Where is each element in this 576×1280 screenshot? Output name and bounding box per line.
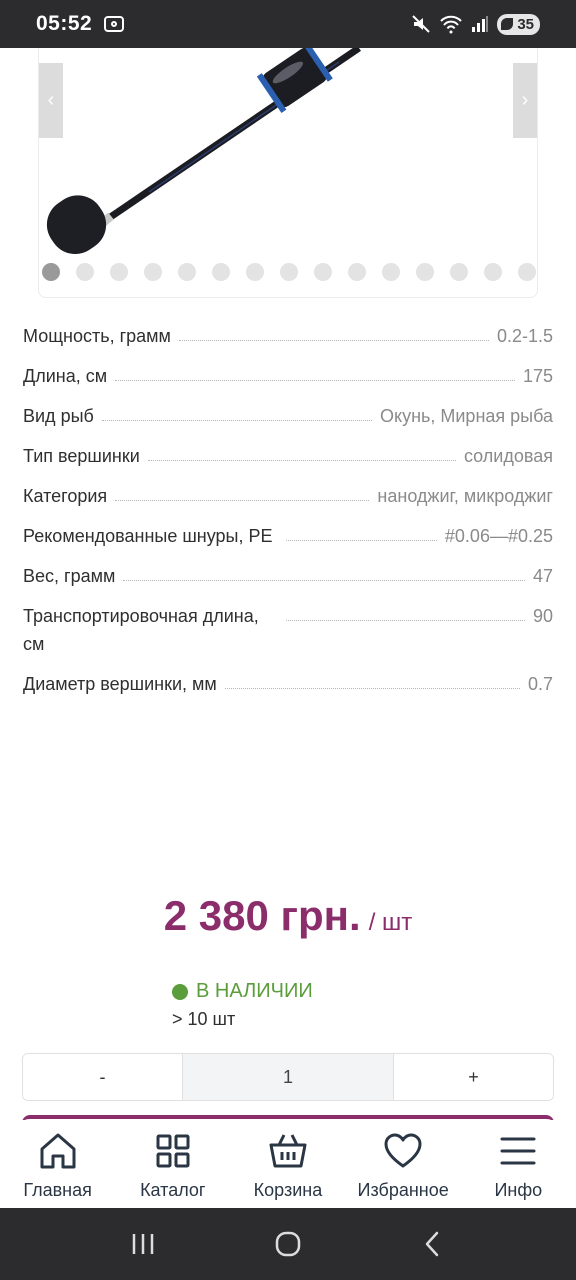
screenshot-icon — [104, 16, 125, 32]
spec-leader-dots — [101, 402, 372, 421]
nav-item-cart[interactable]: Корзина — [230, 1130, 345, 1201]
spec-row: Тип вершинки солидовая — [23, 442, 553, 470]
stock-info: В НАЛИЧИИ > 10 шт — [172, 980, 313, 1030]
spec-name: Длина, см — [23, 366, 108, 386]
chevron-right-icon: › — [521, 89, 529, 111]
spec-value: #0.06—#0.25 — [444, 526, 553, 546]
spec-row: Рекомендованные шнуры, PE #0.06—#0.25 — [23, 522, 553, 550]
quantity-stepper: - 1 + — [22, 1053, 554, 1101]
spec-value: Окунь, Мирная рыба — [379, 406, 553, 426]
carousel-pagination — [39, 263, 537, 281]
home-icon — [40, 1133, 76, 1169]
spec-name: Мощность, грамм — [23, 326, 171, 346]
spec-leader-dots — [286, 522, 437, 541]
spec-name: Категория — [23, 486, 108, 506]
back-icon[interactable] — [418, 1229, 448, 1259]
spec-value: 175 — [522, 366, 553, 386]
spec-row: Вид рыб Окунь, Мирная рыба — [23, 402, 553, 430]
status-icons: 35 — [411, 13, 540, 35]
nav-label-info: Инфо — [494, 1180, 543, 1200]
carousel-dot[interactable] — [246, 263, 264, 281]
carousel-dot[interactable] — [416, 263, 434, 281]
status-time: 05:52 — [36, 12, 93, 35]
carousel-dot[interactable] — [314, 263, 332, 281]
spec-leader-dots — [286, 602, 525, 621]
carousel-dot[interactable] — [450, 263, 468, 281]
quantity-decrease-button[interactable]: - — [23, 1054, 182, 1100]
quantity-input[interactable]: 1 — [182, 1054, 394, 1100]
carousel-dot[interactable] — [178, 263, 196, 281]
stock-status: В НАЛИЧИИ — [172, 980, 313, 1003]
nav-label-home: Главная — [23, 1180, 92, 1200]
spec-name: Вес, грамм — [23, 566, 116, 586]
carousel-dot[interactable] — [212, 263, 230, 281]
nav-item-home[interactable]: Главная — [0, 1130, 115, 1201]
spec-row: Вес, грамм 47 — [23, 562, 553, 590]
spec-leader-dots — [178, 322, 489, 341]
bottom-navigation: Главная Каталог Корзина Избранное Инфо — [0, 1120, 576, 1208]
spec-leader-dots — [115, 482, 370, 501]
carousel-dot[interactable] — [144, 263, 162, 281]
spec-leader-dots — [147, 442, 456, 461]
stock-status-label: В НАЛИЧИИ — [196, 980, 313, 1002]
carousel-dot[interactable] — [484, 263, 502, 281]
spec-value: 90 — [532, 606, 553, 626]
nav-label-cart: Корзина — [253, 1180, 323, 1200]
product-specs: Мощность, грамм 0.2-1.5 Длина, см 175 Вид ры… — [23, 322, 553, 710]
heart-icon — [384, 1133, 422, 1168]
carousel-dot[interactable] — [76, 263, 94, 281]
product-image — [46, 48, 361, 255]
signal-icon — [472, 16, 489, 32]
quantity-increase-button[interactable]: + — [394, 1054, 553, 1100]
mute-icon — [412, 15, 431, 33]
spec-value: 47 — [532, 566, 553, 586]
spec-name: Транспортировочная длина, см — [23, 606, 259, 654]
battery-indicator: 35 — [497, 13, 540, 35]
carousel-dot[interactable] — [42, 263, 60, 281]
nav-label-favorites: Избранное — [357, 1180, 449, 1200]
nav-item-catalog[interactable]: Каталог — [115, 1130, 230, 1201]
product-image-carousel[interactable]: ‹ › — [38, 48, 538, 298]
spec-name: Диаметр вершинки, мм — [23, 674, 217, 694]
spec-row: Категория наноджиг, микроджиг — [23, 482, 553, 510]
spec-value: 0.2-1.5 — [496, 326, 553, 346]
carousel-dot[interactable] — [348, 263, 366, 281]
status-bar: 05:52 35 — [0, 0, 576, 48]
spec-name: Рекомендованные шнуры, PE — [23, 526, 273, 546]
price-unit: / шт — [368, 909, 413, 936]
carousel-dot[interactable] — [110, 263, 128, 281]
in-stock-dot-icon — [172, 983, 188, 1000]
wifi-icon — [440, 15, 463, 34]
basket-icon — [269, 1134, 307, 1168]
nav-label-catalog: Каталог — [140, 1180, 206, 1200]
home-button-icon[interactable] — [273, 1229, 303, 1259]
menu-icon — [500, 1137, 536, 1165]
spec-leader-dots — [224, 670, 520, 689]
spec-value: 0.7 — [527, 674, 553, 694]
stock-count: > 10 шт — [172, 1009, 236, 1029]
nav-item-favorites[interactable]: Избранное — [346, 1130, 461, 1201]
spec-row: Мощность, грамм 0.2-1.5 — [23, 322, 553, 350]
spec-value: солидовая — [463, 446, 553, 466]
chevron-left-icon: ‹ — [47, 89, 55, 111]
carousel-prev-button[interactable]: ‹ — [39, 63, 63, 138]
grid-icon — [156, 1134, 190, 1168]
spec-row: Длина, см 175 — [23, 362, 553, 390]
spec-leader-dots — [115, 362, 515, 381]
spec-name: Вид рыб — [23, 406, 94, 426]
system-navigation-bar — [0, 1208, 576, 1280]
carousel-dot[interactable] — [280, 263, 298, 281]
spec-value: наноджиг, микроджиг — [377, 486, 553, 506]
price-amount: 2 380 грн. — [163, 892, 361, 939]
carousel-next-button[interactable]: › — [513, 63, 537, 138]
price-block: 2 380 грн. / шт — [0, 892, 576, 940]
spec-leader-dots — [123, 562, 525, 581]
nav-item-info[interactable]: Инфо — [461, 1130, 576, 1201]
spec-row: Транспортировочная длина, см 90 — [23, 602, 553, 658]
spec-row: Диаметр вершинки, мм 0.7 — [23, 670, 553, 698]
carousel-dot[interactable] — [382, 263, 400, 281]
recent-apps-icon[interactable] — [128, 1229, 158, 1259]
spec-name: Тип вершинки — [23, 446, 140, 466]
carousel-dot[interactable] — [518, 263, 536, 281]
